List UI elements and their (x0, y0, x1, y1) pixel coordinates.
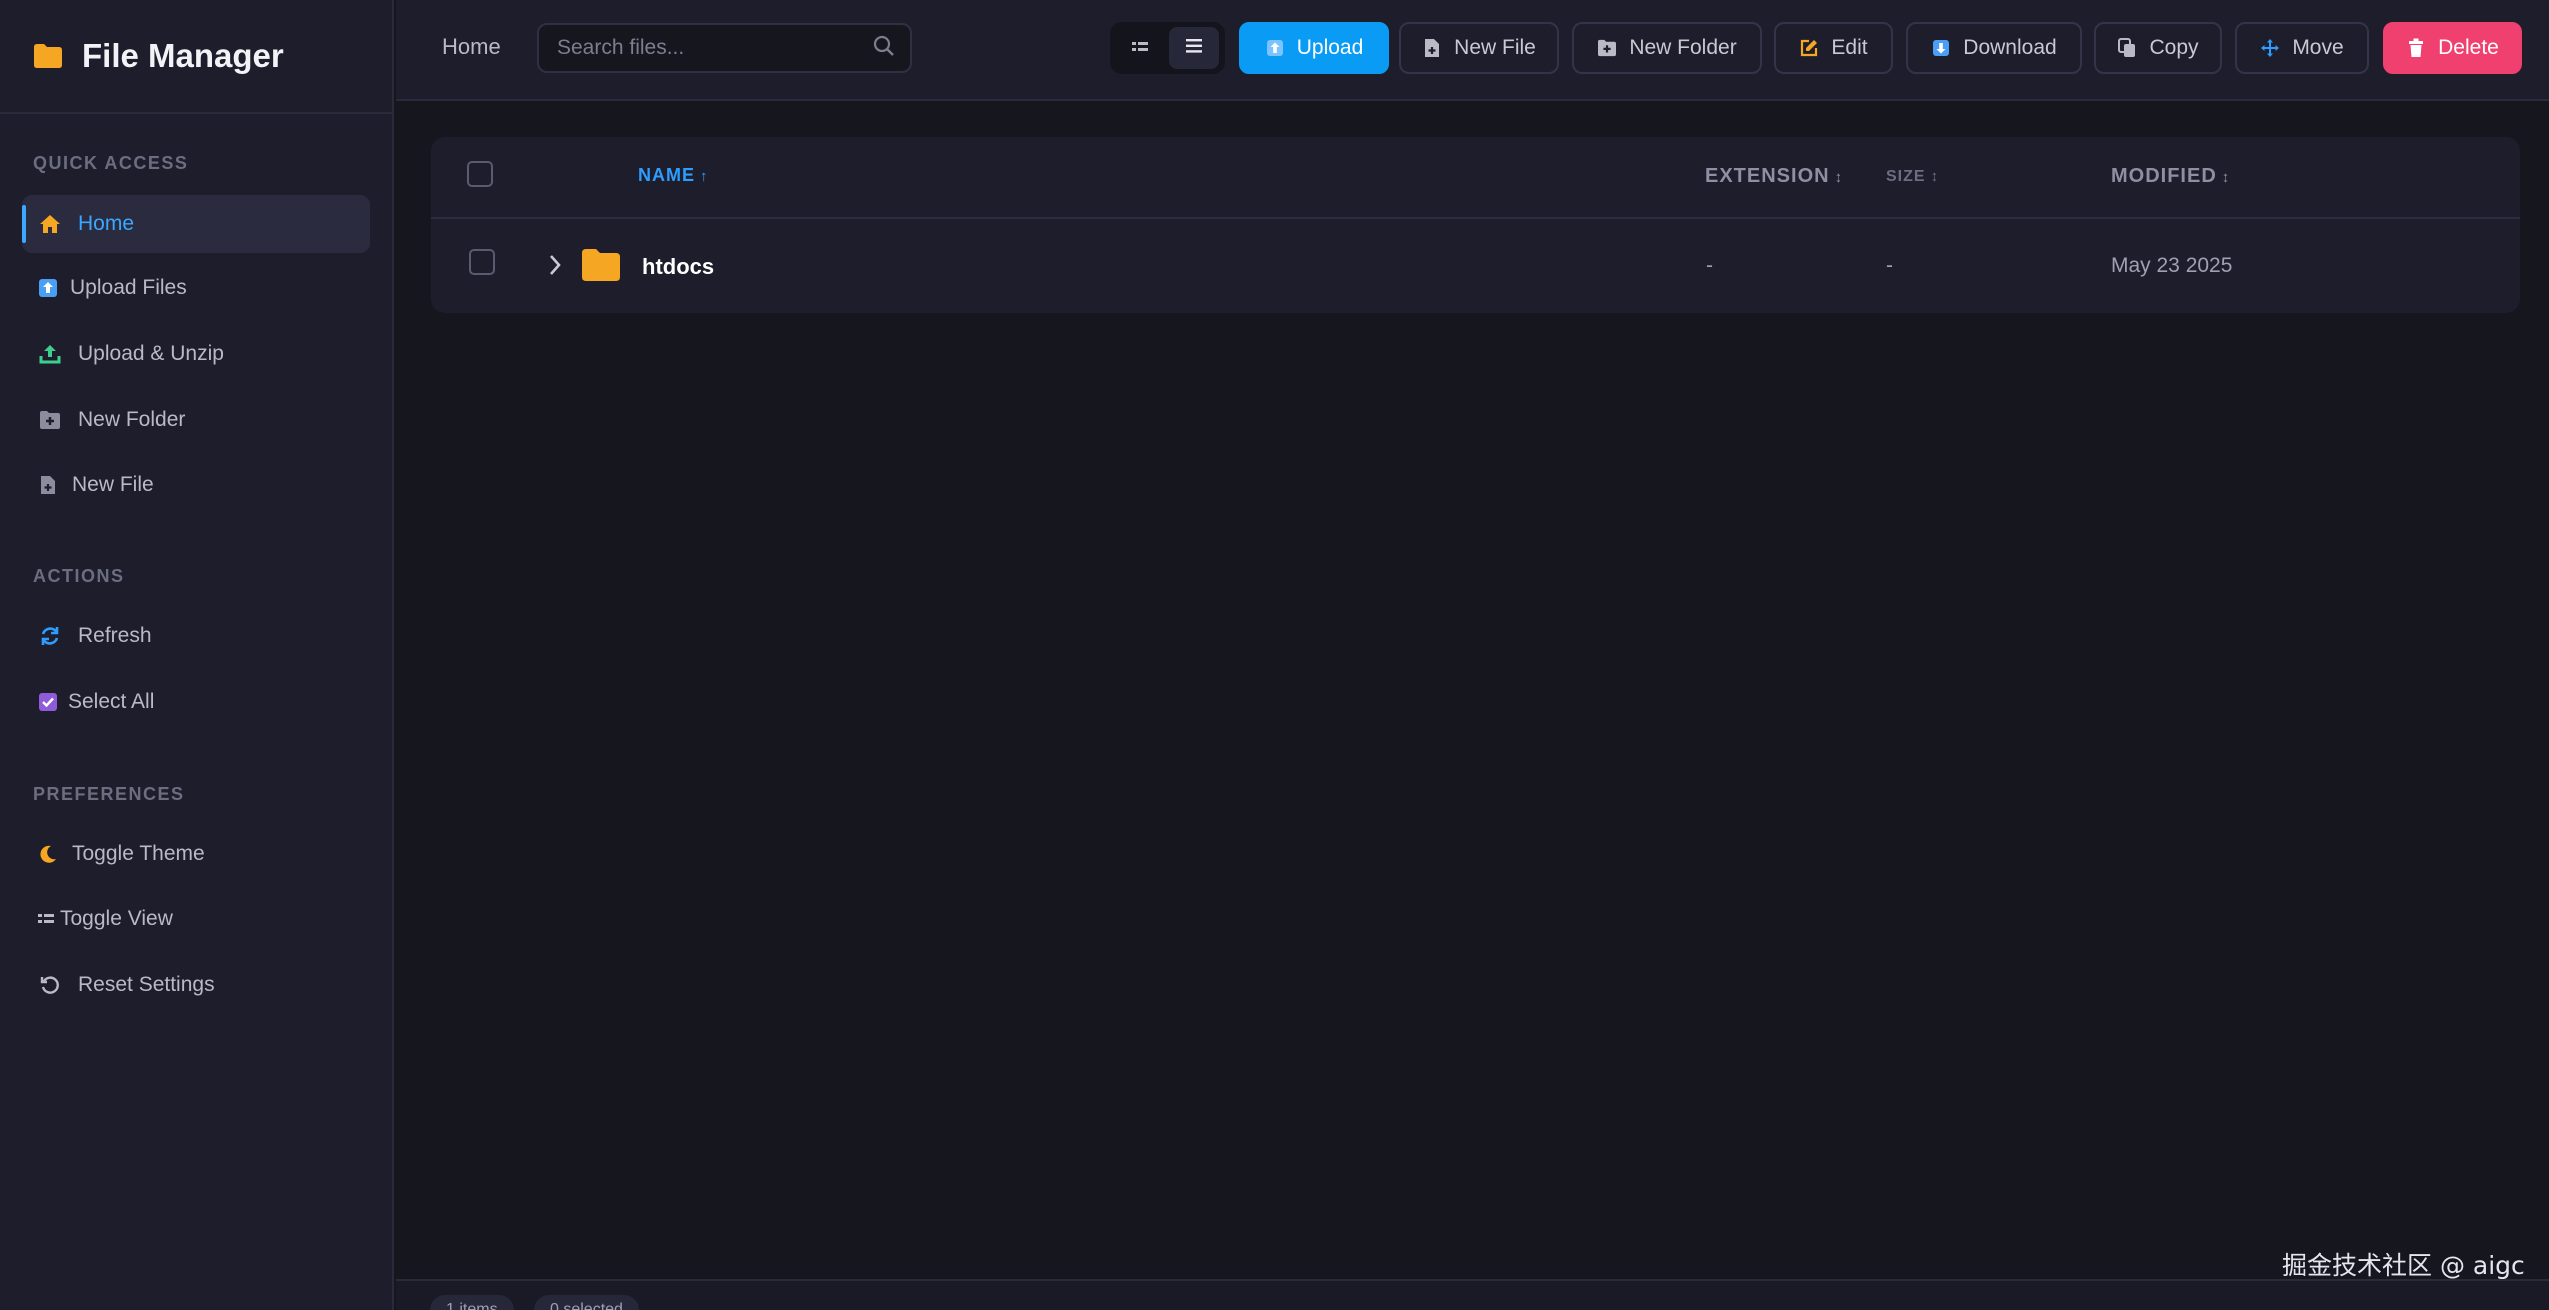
items-count-badge: 1 items (430, 1295, 514, 1310)
download-icon (1931, 38, 1951, 58)
sort-icon: ↕ (1930, 168, 1940, 185)
watermark: 掘金技术社区 @ aigc (2282, 1251, 2525, 1280)
file-modified: May 23 2025 (2111, 254, 2233, 277)
home-icon (38, 212, 62, 236)
sidebar-item-label: Toggle Theme (72, 842, 205, 865)
upload-button[interactable]: Upload (1239, 22, 1389, 74)
sidebar-item-home[interactable]: Home (22, 195, 370, 253)
section-label-actions: ACTIONS (33, 566, 125, 586)
sidebar: File Manager QUICK ACCESS Home Upload Fi… (0, 0, 394, 1310)
section-label-preferences: PREFERENCES (33, 784, 185, 804)
sidebar-item-label: Refresh (78, 624, 152, 647)
file-name[interactable]: htdocs (642, 254, 714, 280)
move-button[interactable]: Move (2235, 22, 2369, 74)
sort-icon: ↕ (2221, 169, 2231, 186)
sort-ascending-icon: ↑ (700, 168, 709, 185)
refresh-icon (38, 624, 62, 648)
grid-icon (38, 907, 54, 931)
sidebar-item-new-file[interactable]: New File (22, 456, 370, 514)
status-bar: 1 items 0 selected (396, 1279, 2549, 1310)
grid-view-button[interactable] (1115, 27, 1165, 69)
delete-button[interactable]: Delete (2383, 22, 2522, 74)
sort-icon: ↕ (1834, 169, 1844, 186)
list-icon (1186, 38, 1202, 58)
sidebar-item-label: Select All (68, 690, 155, 713)
row-checkbox[interactable] (469, 249, 495, 275)
column-header-name[interactable]: NAME ↑ (638, 165, 709, 186)
upload-icon (1265, 38, 1285, 58)
sidebar-item-toggle-view[interactable]: Toggle View (22, 890, 370, 948)
sidebar-item-label: Home (78, 212, 135, 235)
move-icon (2260, 38, 2280, 58)
selected-count-badge: 0 selected (534, 1295, 639, 1310)
view-toggle (1110, 22, 1225, 74)
moon-icon (38, 842, 58, 866)
file-extension: - (1706, 254, 1713, 277)
upload-unzip-icon (38, 342, 62, 366)
reset-icon (38, 973, 62, 997)
sidebar-item-toggle-theme[interactable]: Toggle Theme (22, 825, 370, 883)
chevron-right-icon[interactable] (547, 252, 563, 283)
search-input[interactable] (537, 23, 912, 73)
new-file-button[interactable]: New File (1399, 22, 1559, 74)
breadcrumb-home[interactable]: Home (442, 34, 501, 60)
column-header-size[interactable]: SIZE ↕ (1886, 168, 1939, 186)
folder-icon (581, 248, 621, 287)
edit-button[interactable]: Edit (1774, 22, 1893, 74)
copy-icon (2117, 38, 2137, 58)
section-label-quick-access: QUICK ACCESS (33, 153, 189, 173)
column-header-extension[interactable]: EXTENSION ↕ (1705, 165, 1843, 188)
brand: File Manager (0, 0, 392, 114)
column-header-modified[interactable]: MODIFIED ↕ (2111, 165, 2230, 188)
checkbox-icon (38, 690, 58, 714)
table-row[interactable]: htdocs - - May 23 2025 (431, 219, 2520, 313)
sidebar-item-label: New File (72, 473, 154, 496)
sidebar-item-reset-settings[interactable]: Reset Settings (22, 956, 370, 1014)
toolbar: Home Upload New File New Folder (396, 0, 2549, 101)
sidebar-item-new-folder[interactable]: New Folder (22, 391, 370, 449)
sidebar-item-label: New Folder (78, 408, 186, 431)
file-size: - (1886, 254, 1893, 277)
sidebar-item-select-all[interactable]: Select All (22, 673, 370, 731)
sidebar-item-upload-unzip[interactable]: Upload & Unzip (22, 325, 370, 383)
sidebar-item-upload-files[interactable]: Upload Files (22, 259, 370, 317)
upload-icon (38, 276, 58, 300)
sidebar-item-label: Reset Settings (78, 973, 215, 996)
new-folder-icon (1597, 38, 1617, 58)
sidebar-item-refresh[interactable]: Refresh (22, 607, 370, 665)
new-file-icon (1422, 38, 1442, 58)
app-title: File Manager (82, 37, 284, 74)
copy-button[interactable]: Copy (2094, 22, 2222, 74)
sidebar-item-label: Toggle View (60, 907, 173, 930)
download-button[interactable]: Download (1906, 22, 2082, 74)
sidebar-item-label: Upload & Unzip (78, 342, 224, 365)
folder-icon (32, 43, 64, 69)
sidebar-item-label: Upload Files (70, 276, 187, 299)
new-folder-icon (38, 408, 62, 432)
list-view-button[interactable] (1169, 27, 1219, 69)
table-header: NAME ↑ EXTENSION ↕ SIZE ↕ MODIFIED ↕ (431, 137, 2520, 219)
file-table: NAME ↑ EXTENSION ↕ SIZE ↕ MODIFIED ↕ htdocs … (431, 137, 2520, 313)
trash-icon (2406, 38, 2426, 58)
new-file-icon (38, 473, 58, 497)
grid-icon (1132, 39, 1148, 57)
select-all-checkbox[interactable] (467, 161, 493, 187)
search-icon[interactable] (872, 34, 896, 58)
edit-icon (1799, 38, 1819, 58)
new-folder-button[interactable]: New Folder (1572, 22, 1762, 74)
